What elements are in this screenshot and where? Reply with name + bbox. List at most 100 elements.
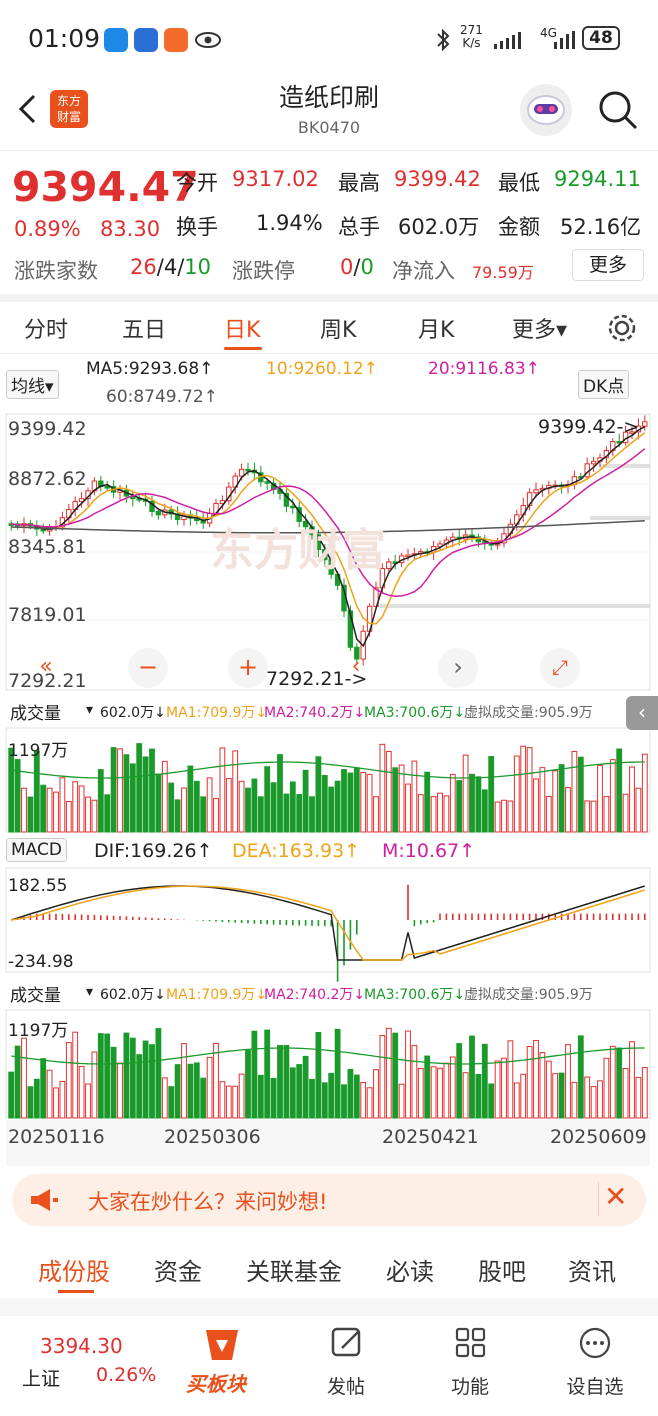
volume-bar [533, 778, 539, 833]
volume-bar [257, 1074, 264, 1119]
collapse-panel-icon[interactable]: ‹ [626, 696, 658, 730]
volume-bar [206, 777, 213, 833]
volume-bar [161, 760, 168, 833]
zoom-in-icon[interactable]: + [228, 648, 268, 688]
volume-bar [379, 743, 386, 833]
tab-must-read[interactable]: 必读 [386, 1252, 434, 1287]
more-button[interactable]: 更多 [572, 249, 644, 281]
volume-bar [193, 1062, 200, 1119]
volume-bar [91, 1051, 98, 1119]
scroll-left-fast-icon[interactable]: « [26, 648, 66, 688]
volume-bar [353, 767, 360, 833]
volume-bar [437, 1067, 443, 1119]
candle [386, 561, 392, 569]
volume-bar [328, 1072, 335, 1119]
chart-legend: ▾ [86, 702, 94, 718]
tab-forum[interactable]: 股吧 [478, 1252, 526, 1287]
volume-bar [341, 769, 347, 833]
volume-bar [417, 794, 424, 833]
volume-bar [245, 787, 251, 833]
volume-bar [360, 772, 367, 833]
virtual-volume: 虚拟成交量:905.9万 [464, 705, 593, 721]
scroll-right-icon[interactable]: › [438, 648, 478, 688]
volume-ma1: MA1:709.9万↓ [166, 987, 268, 1003]
candle [590, 460, 597, 465]
volume-bar [277, 1045, 283, 1119]
post-label: 发帖 [326, 1376, 365, 1398]
volume-bar [296, 1064, 303, 1119]
chart-tabs: 分时 五日 日K 周K 月K 更多▾ [0, 302, 658, 354]
volume-bar [641, 753, 648, 833]
close-icon[interactable]: ✕ [604, 1180, 627, 1213]
tab-five-day[interactable]: 五日 [122, 312, 166, 344]
fullscreen-icon[interactable]: ⤢ [540, 648, 580, 688]
tab-weekly-k[interactable]: 周K [320, 312, 356, 344]
tab-news[interactable]: 资讯 [568, 1252, 616, 1287]
tab-more[interactable]: 更多▾ [512, 312, 567, 344]
volume-selector[interactable]: 成交量 [6, 698, 65, 725]
buy-board-label: 买板块 [186, 1372, 246, 1396]
volume-bar [437, 792, 443, 833]
signal-icon [554, 31, 575, 49]
scroll-left-icon[interactable]: ‹ [336, 648, 376, 688]
volume-bar [494, 1060, 501, 1119]
volume-bar [78, 1065, 85, 1119]
volume-bar [539, 767, 546, 833]
bottom-nav: 3394.30 上证 0.26% 买板块 发帖 功能 设自选 [0, 1316, 658, 1416]
volume-tick: 1197万 [8, 741, 69, 761]
high-value: 9399.42 [394, 167, 481, 191]
volume-bar [321, 1082, 328, 1119]
tab-daily-k[interactable]: 日K [224, 312, 260, 344]
volume-bar [398, 1083, 405, 1119]
ma-selector[interactable]: 均线▾ [6, 370, 59, 399]
netflow-label: 净流入 [392, 259, 455, 283]
robot-assistant-icon[interactable] [520, 84, 572, 136]
volume-bar [462, 754, 469, 833]
volume-bar [187, 765, 194, 833]
tab-intraday[interactable]: 分时 [24, 312, 68, 344]
ai-question-bar[interactable]: 大家在炒什么？来问妙想! ✕ [12, 1174, 646, 1226]
volume-bar [481, 789, 488, 833]
tab-monthly-k[interactable]: 月K [418, 312, 454, 344]
volume-bar [347, 772, 354, 833]
dif-value: DIF:169.26↑ [94, 840, 213, 862]
volume-bar [558, 1072, 565, 1119]
tab-constituents[interactable]: 成份股 [38, 1252, 110, 1287]
dk-point-button[interactable]: DK点 [578, 370, 630, 399]
search-icon[interactable] [596, 88, 640, 132]
volume-bar [46, 1069, 53, 1119]
settings-gear-icon[interactable] [606, 312, 638, 344]
volume-value: 602.0万↓ [100, 987, 166, 1003]
volume-bar [302, 1055, 309, 1119]
volume-bar [597, 1080, 603, 1119]
zoom-out-icon[interactable]: − [128, 648, 168, 688]
kline-chart-area[interactable]: 均线▾ MA5:9293.68↑ 10:9260.12↑ 20:9116.83↑… [0, 354, 658, 1166]
volume-bar [430, 1066, 437, 1119]
volume-bar [27, 796, 34, 833]
eye-icon [195, 32, 221, 48]
more-dots-icon [579, 1327, 611, 1359]
volume-bar [475, 776, 482, 833]
volume-bar [142, 756, 149, 833]
volume-bar [494, 801, 501, 833]
volume-bar [641, 1067, 648, 1119]
volume-bar [283, 793, 290, 833]
volume-bar [456, 1043, 463, 1119]
volume-bar [373, 796, 379, 833]
tab-funds[interactable]: 资金 [154, 1252, 202, 1287]
bluetooth-icon [437, 28, 450, 52]
volume-bar [168, 1086, 175, 1119]
ai-prompt-text[interactable]: 大家在炒什么？来问妙想! [88, 1186, 327, 1216]
volume-bar [513, 755, 520, 833]
volume-bar [366, 1087, 373, 1119]
volume-bar [622, 1067, 629, 1119]
volume-bar [78, 785, 85, 833]
watermark: 东方财富 [210, 525, 386, 576]
volume-bar [622, 793, 629, 833]
volume-selector[interactable]: 成交量 [6, 980, 65, 1007]
candle [245, 468, 251, 472]
volume-bar [616, 1047, 623, 1119]
tab-related-funds[interactable]: 关联基金 [246, 1252, 342, 1287]
volume-bar [481, 1043, 488, 1119]
macd-selector[interactable]: MACD [6, 838, 67, 862]
